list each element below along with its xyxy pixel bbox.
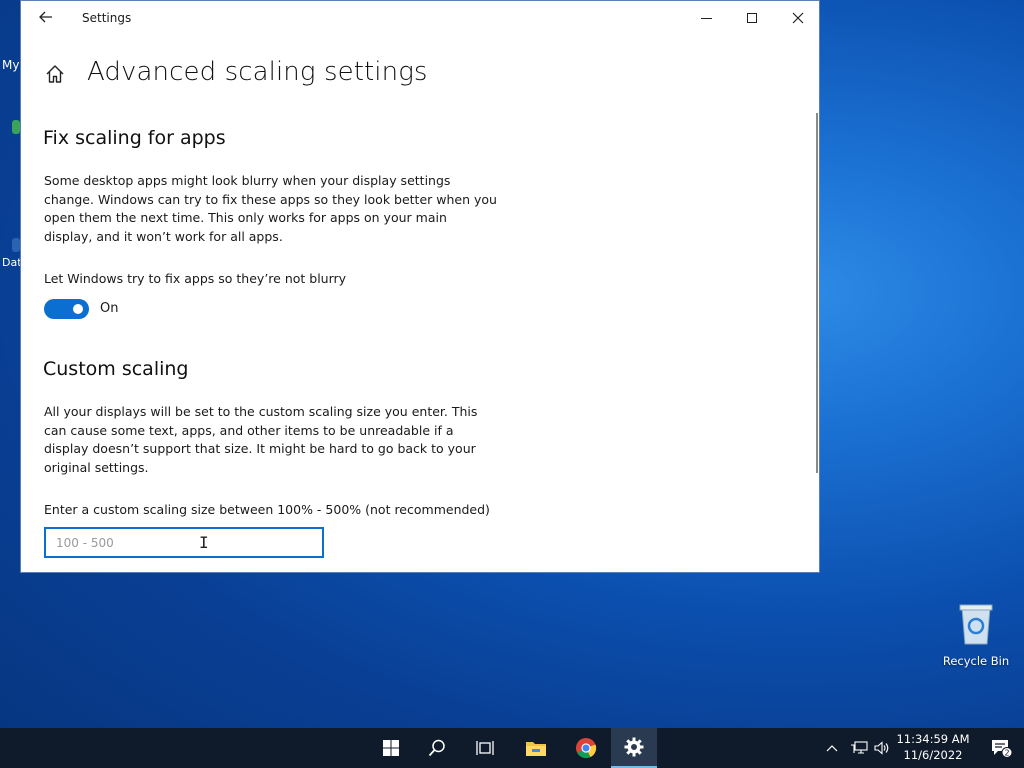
minimize-icon [700, 17, 712, 19]
desktop-icon-partial[interactable] [12, 238, 20, 252]
settings-taskbar-button[interactable] [611, 728, 657, 768]
network-icon [851, 741, 868, 754]
task-view-icon [476, 741, 494, 755]
arrow-left-icon [39, 11, 52, 23]
title-bar[interactable]: Settings [21, 1, 819, 35]
notification-icon: 2 [992, 740, 1012, 758]
volume-button[interactable] [874, 728, 890, 768]
chrome-button[interactable] [563, 728, 609, 768]
fix-scaling-description: Some desktop apps might look blurry when… [44, 173, 497, 244]
show-hidden-icons-button[interactable] [826, 728, 838, 768]
page-title: Advanced scaling settings [87, 57, 428, 87]
fix-apps-toggle[interactable] [44, 299, 89, 319]
search-button[interactable] [414, 728, 460, 768]
maximize-button[interactable] [729, 1, 775, 35]
close-icon [792, 12, 804, 24]
home-icon [46, 65, 64, 83]
desktop-icon-label-partial: My [2, 58, 20, 72]
notification-count: 2 [1004, 749, 1009, 758]
custom-scaling-input[interactable] [44, 527, 324, 558]
toggle-knob [73, 304, 83, 314]
taskbar: 11:34:59 AM 11/6/2022 2 [0, 728, 1024, 768]
settings-window: Settings Advanced scaling settings Fix s… [20, 0, 820, 573]
recycle-bin-label: Recycle Bin [942, 654, 1010, 668]
start-button[interactable] [368, 728, 414, 768]
clock-time: 11:34:59 AM [896, 732, 970, 746]
window-title: Settings [82, 11, 132, 25]
settings-icon [624, 737, 644, 757]
start-icon [383, 740, 399, 756]
home-button[interactable] [44, 63, 66, 85]
file-explorer-icon [526, 742, 546, 756]
text-cursor-icon: I [199, 533, 209, 552]
file-explorer-button[interactable] [513, 728, 559, 768]
search-icon [428, 739, 445, 757]
clock[interactable]: 11:34:59 AM 11/6/2022 [896, 731, 970, 763]
fix-apps-toggle-label: Let Windows try to fix apps so they’re n… [44, 271, 347, 286]
toggle-state-label: On [100, 301, 119, 316]
custom-scaling-description: All your displays will be set to the cus… [44, 404, 478, 475]
close-button[interactable] [775, 1, 821, 35]
custom-scaling-input-label: Enter a custom scaling size between 100%… [44, 502, 490, 517]
chrome-icon [576, 738, 597, 759]
task-view-button[interactable] [462, 728, 508, 768]
custom-scaling-heading: Custom scaling [43, 358, 189, 380]
scrollbar[interactable] [816, 113, 818, 473]
desktop-icon-partial[interactable] [12, 120, 20, 134]
chevron-up-icon [826, 745, 838, 752]
network-button[interactable] [850, 728, 868, 768]
recycle-bin-icon [959, 604, 993, 645]
recycle-bin[interactable]: Recycle Bin [940, 602, 1012, 668]
fix-scaling-heading: Fix scaling for apps [43, 127, 226, 149]
desktop-icon-label-partial: Dat [2, 256, 22, 269]
minimize-button[interactable] [683, 1, 729, 35]
volume-icon [874, 741, 889, 755]
action-center-button[interactable]: 2 [978, 728, 1024, 768]
maximize-icon [747, 13, 757, 23]
clock-date: 11/6/2022 [903, 748, 963, 762]
back-button[interactable] [35, 7, 57, 29]
